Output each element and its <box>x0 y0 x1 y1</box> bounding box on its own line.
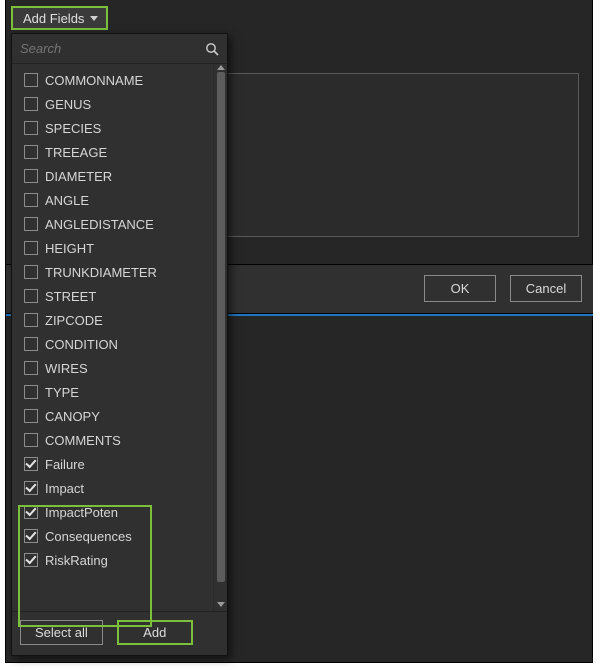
field-item[interactable]: ZIPCODE <box>12 308 213 332</box>
field-checkbox[interactable] <box>24 193 38 207</box>
field-list: COMMONNAME GENUS SPECIES TREEAGE DIAMETER ANG… <box>12 64 213 611</box>
field-item[interactable]: COMMENTS <box>12 428 213 452</box>
field-item[interactable]: ANGLEDISTANCE <box>12 212 213 236</box>
field-item[interactable]: TRUNKDIAMETER <box>12 260 213 284</box>
field-checkbox[interactable] <box>24 73 38 87</box>
field-checkbox[interactable] <box>24 409 38 423</box>
field-label: COMMONNAME <box>45 73 143 88</box>
field-label: DIAMETER <box>45 169 112 184</box>
field-checkbox[interactable] <box>24 553 38 567</box>
field-checkbox[interactable] <box>24 529 38 543</box>
ok-button[interactable]: OK <box>424 275 496 302</box>
field-checkbox[interactable] <box>24 241 38 255</box>
add-fields-button[interactable]: Add Fields <box>11 6 108 30</box>
field-label: ImpactPoten <box>45 505 118 520</box>
field-label: TYPE <box>45 385 79 400</box>
field-checkbox[interactable] <box>24 505 38 519</box>
field-checkbox[interactable] <box>24 121 38 135</box>
scroll-down-icon[interactable] <box>216 599 226 609</box>
field-label: SPECIES <box>45 121 101 136</box>
field-label: CONDITION <box>45 337 118 352</box>
field-checkbox[interactable] <box>24 385 38 399</box>
field-label: STREET <box>45 289 96 304</box>
scroll-thumb[interactable] <box>217 72 225 582</box>
field-checkbox[interactable] <box>24 265 38 279</box>
field-checkbox[interactable] <box>24 169 38 183</box>
field-label: Consequences <box>45 529 132 544</box>
field-item[interactable]: GENUS <box>12 92 213 116</box>
field-item[interactable]: CANOPY <box>12 404 213 428</box>
scroll-up-icon[interactable] <box>216 64 226 72</box>
field-label: TRUNKDIAMETER <box>45 265 157 280</box>
caret-down-icon <box>90 16 98 21</box>
field-label: GENUS <box>45 97 91 112</box>
field-checkbox[interactable] <box>24 145 38 159</box>
field-item[interactable]: DIAMETER <box>12 164 213 188</box>
field-checkbox[interactable] <box>24 457 38 471</box>
field-label: RiskRating <box>45 553 108 568</box>
field-item[interactable]: STREET <box>12 284 213 308</box>
field-item[interactable]: COMMONNAME <box>12 68 213 92</box>
field-checkbox[interactable] <box>24 217 38 231</box>
field-item[interactable]: Failure <box>12 452 213 476</box>
field-checkbox[interactable] <box>24 361 38 375</box>
field-item[interactable]: Impact <box>12 476 213 500</box>
field-item[interactable]: HEIGHT <box>12 236 213 260</box>
field-label: ANGLEDISTANCE <box>45 217 154 232</box>
field-label: Impact <box>45 481 84 496</box>
field-label: WIRES <box>45 361 88 376</box>
field-item[interactable]: ANGLE <box>12 188 213 212</box>
search-icon[interactable] <box>205 42 219 56</box>
scrollbar[interactable] <box>213 64 227 611</box>
cancel-button[interactable]: Cancel <box>510 275 582 302</box>
field-label: HEIGHT <box>45 241 94 256</box>
field-checkbox[interactable] <box>24 481 38 495</box>
field-checkbox[interactable] <box>24 313 38 327</box>
field-checkbox[interactable] <box>24 289 38 303</box>
search-input[interactable] <box>20 41 205 56</box>
field-label: CANOPY <box>45 409 100 424</box>
field-label: TREEAGE <box>45 145 107 160</box>
field-label: Failure <box>45 457 85 472</box>
field-item[interactable]: CONDITION <box>12 332 213 356</box>
select-all-button[interactable]: Select all <box>20 620 103 645</box>
field-checkbox[interactable] <box>24 337 38 351</box>
field-item[interactable]: TYPE <box>12 380 213 404</box>
search-row <box>12 34 227 64</box>
add-fields-label: Add Fields <box>23 11 84 26</box>
field-label: ZIPCODE <box>45 313 103 328</box>
add-fields-dropdown: COMMONNAME GENUS SPECIES TREEAGE DIAMETER ANG… <box>11 33 228 656</box>
add-button[interactable]: Add <box>117 620 193 645</box>
field-item[interactable]: SPECIES <box>12 116 213 140</box>
field-label: COMMENTS <box>45 433 121 448</box>
field-item[interactable]: RiskRating <box>12 548 213 572</box>
field-checkbox[interactable] <box>24 433 38 447</box>
field-item[interactable]: Consequences <box>12 524 213 548</box>
field-item[interactable]: ImpactPoten <box>12 500 213 524</box>
field-item[interactable]: TREEAGE <box>12 140 213 164</box>
field-checkbox[interactable] <box>24 97 38 111</box>
field-label: ANGLE <box>45 193 89 208</box>
field-item[interactable]: WIRES <box>12 356 213 380</box>
